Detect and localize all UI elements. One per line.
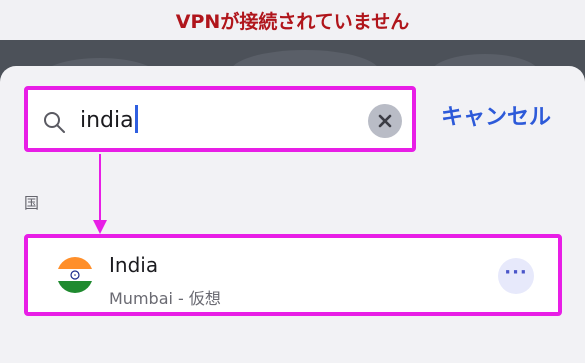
vpn-status-text: VPNが接続されていません xyxy=(175,10,410,33)
country-subtitle: Mumbai - 仮想 xyxy=(109,289,221,308)
search-row: india キャンセル xyxy=(0,84,585,156)
country-name: India xyxy=(109,253,159,277)
search-input[interactable]: india xyxy=(80,105,138,137)
cancel-button[interactable]: キャンセル xyxy=(441,102,551,134)
search-field[interactable]: india xyxy=(24,86,416,152)
annotation-arrow xyxy=(93,154,107,234)
section-label-country: 国 xyxy=(24,194,40,212)
result-row-india[interactable]: India Mumbai - 仮想 ··· xyxy=(24,234,562,316)
text-caret xyxy=(134,105,138,133)
close-icon xyxy=(378,114,392,128)
ellipsis-icon: ··· xyxy=(504,262,528,283)
search-icon xyxy=(44,112,65,133)
status-banner: VPNが接続されていません xyxy=(0,0,585,40)
more-options-button[interactable]: ··· xyxy=(498,258,534,294)
india-flag-icon xyxy=(57,257,93,293)
clear-search-button[interactable] xyxy=(368,104,402,138)
